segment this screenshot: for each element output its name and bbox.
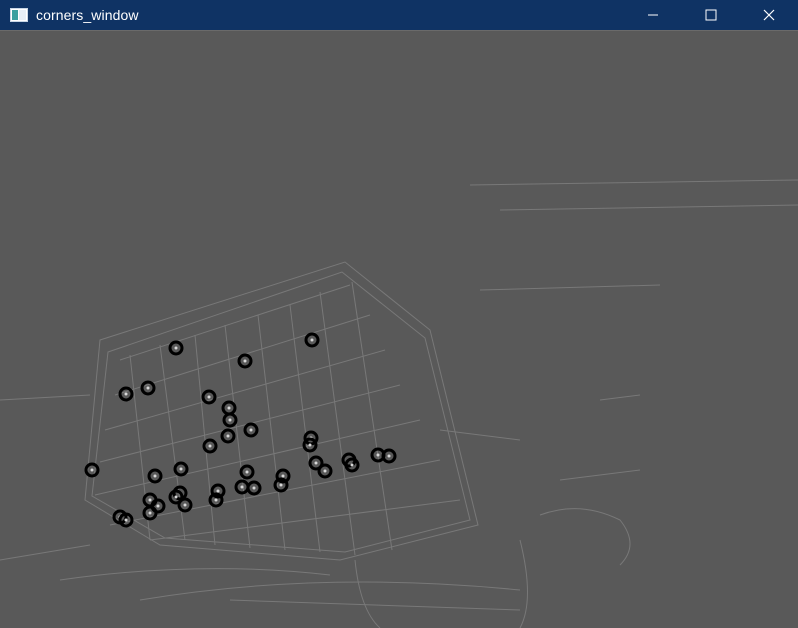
corner-marker-center: [310, 338, 314, 342]
opencv-window-icon: [10, 8, 28, 22]
corner-marker-center: [156, 504, 160, 508]
gradient-image: [0, 31, 798, 628]
corner-marker-center: [279, 483, 283, 487]
maximize-icon: [705, 9, 717, 21]
corner-marker-center: [214, 498, 218, 502]
corner-marker-center: [243, 359, 247, 363]
corners-window: corners_window: [0, 0, 798, 628]
close-button[interactable]: [740, 0, 798, 30]
corner-marker-center: [240, 485, 244, 489]
corner-marker-center: [146, 386, 150, 390]
corner-marker-center: [207, 395, 211, 399]
corner-marker-center: [124, 518, 128, 522]
corner-marker-center: [208, 444, 212, 448]
corner-marker-center: [249, 428, 253, 432]
corner-marker-center: [281, 474, 285, 478]
corner-marker-center: [350, 463, 354, 467]
corner-marker-center: [252, 486, 256, 490]
corner-marker-center: [153, 474, 157, 478]
corner-marker-center: [245, 470, 249, 474]
title-bar[interactable]: corners_window: [0, 0, 798, 30]
corner-marker-center: [124, 392, 128, 396]
corner-marker-center: [179, 467, 183, 471]
minimize-icon: [648, 14, 658, 16]
minimize-button[interactable]: [624, 0, 682, 30]
corner-marker-center: [314, 461, 318, 465]
corner-marker-center: [226, 434, 230, 438]
corner-marker-center: [387, 454, 391, 458]
close-icon: [763, 9, 775, 21]
corner-marker-center: [174, 495, 178, 499]
window-controls: [624, 0, 798, 30]
corner-marker-center: [90, 468, 94, 472]
corner-marker-center: [227, 406, 231, 410]
corner-marker-center: [376, 453, 380, 457]
corner-marker-center: [216, 489, 220, 493]
window-title: corners_window: [36, 7, 139, 23]
corner-marker-center: [148, 498, 152, 502]
maximize-button[interactable]: [682, 0, 740, 30]
corner-marker-center: [308, 443, 312, 447]
corner-marker-center: [183, 503, 187, 507]
corner-marker-center: [323, 469, 327, 473]
corner-marker-center: [174, 346, 178, 350]
corner-marker-center: [148, 511, 152, 515]
corner-marker-center: [228, 418, 232, 422]
